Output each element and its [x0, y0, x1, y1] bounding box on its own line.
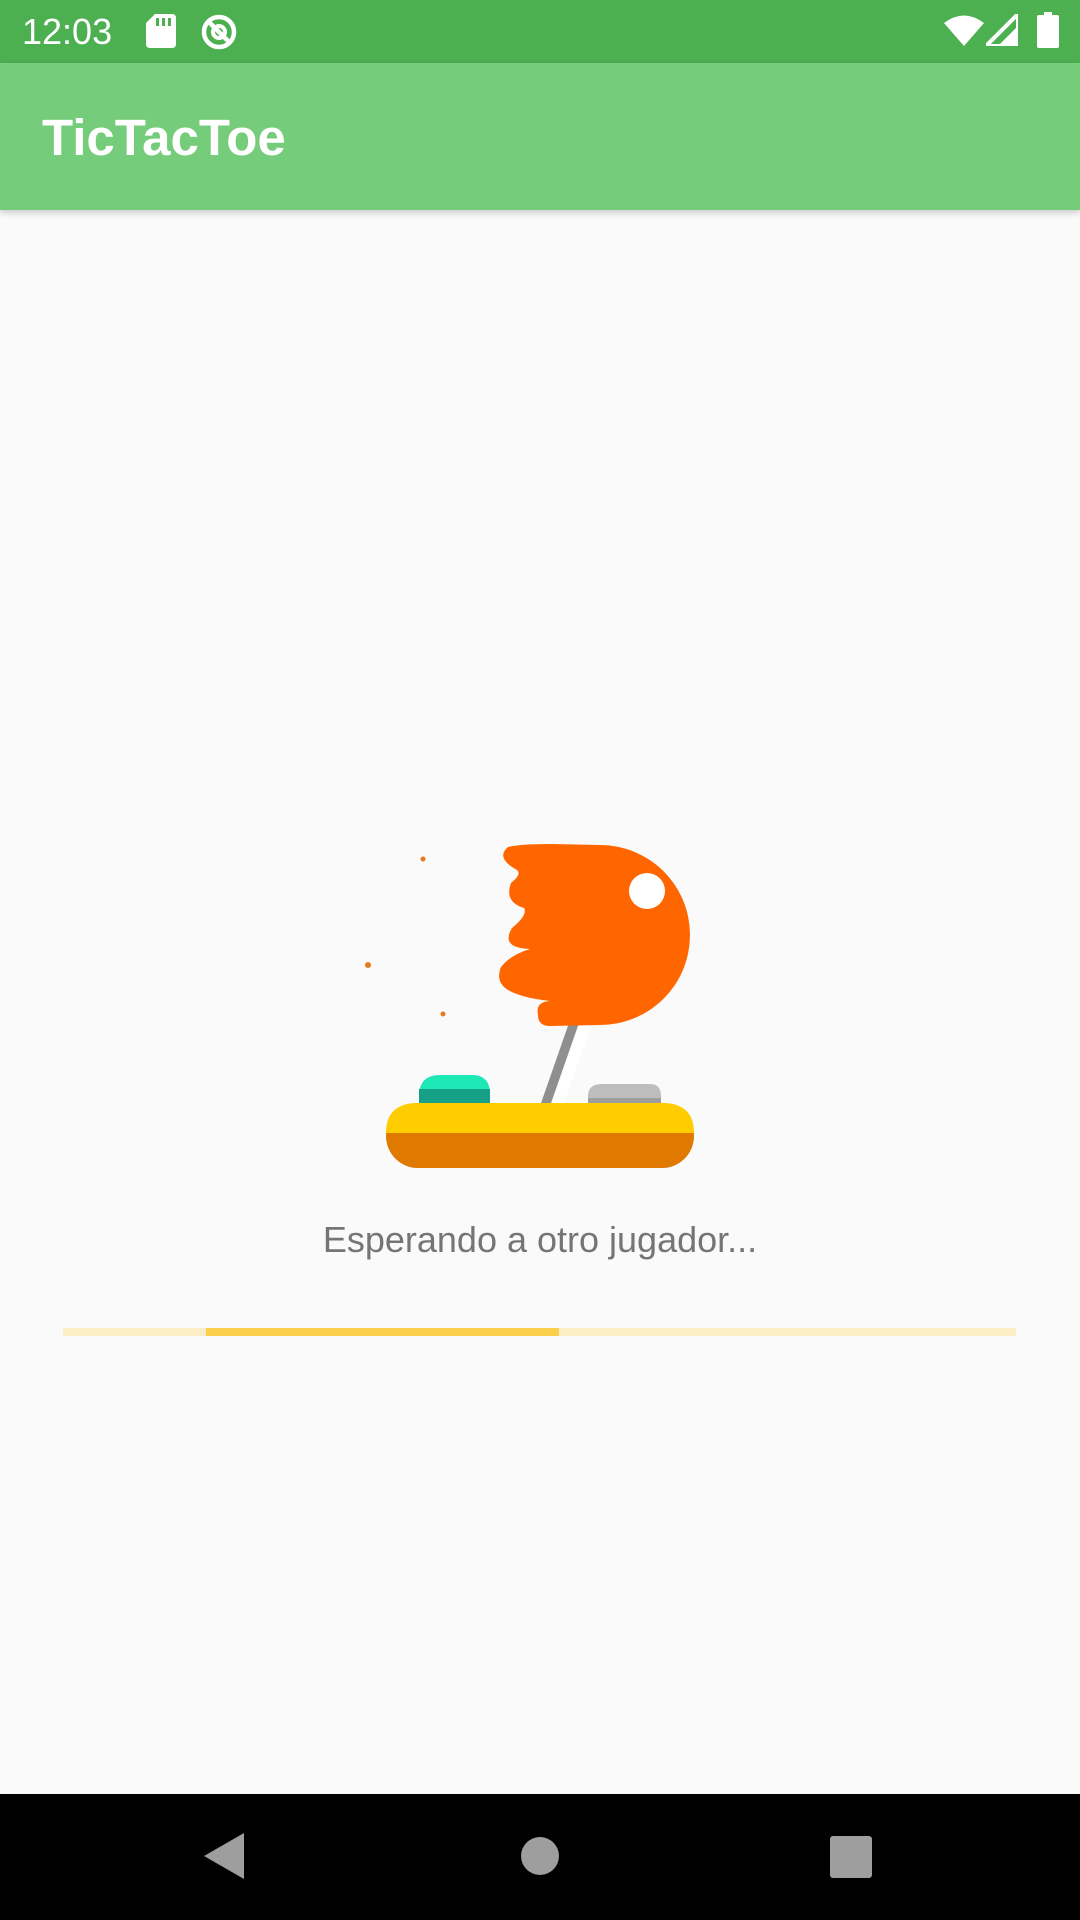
- progress-bar: [63, 1328, 1016, 1336]
- status-time: 12:03: [22, 11, 113, 52]
- status-bar: 12:03: [0, 0, 1080, 63]
- particle-dot: [440, 1011, 446, 1017]
- wifi-icon: [944, 15, 984, 46]
- signal-icon: [986, 14, 1018, 46]
- knob-highlight: [629, 873, 665, 909]
- joystick-base: [386, 1103, 694, 1168]
- battery-icon: [1037, 12, 1059, 48]
- joystick-knob: [499, 844, 690, 1026]
- sync-disabled-icon: [201, 14, 237, 50]
- particle-dot: [365, 962, 371, 968]
- waiting-message: Esperando a otro jugador...: [322, 1219, 758, 1260]
- progress-indicator: [205, 1328, 559, 1336]
- particle-dot: [420, 856, 426, 862]
- app-bar: TicTacToe: [0, 63, 1080, 210]
- navigation-bar: [0, 1794, 1080, 1920]
- sd-card-icon: [146, 14, 176, 48]
- joystick-illustration: [365, 844, 694, 1168]
- back-icon[interactable]: [204, 1833, 244, 1879]
- home-icon[interactable]: [520, 1836, 560, 1876]
- recents-icon[interactable]: [830, 1836, 872, 1878]
- app-title: TicTacToe: [42, 109, 286, 166]
